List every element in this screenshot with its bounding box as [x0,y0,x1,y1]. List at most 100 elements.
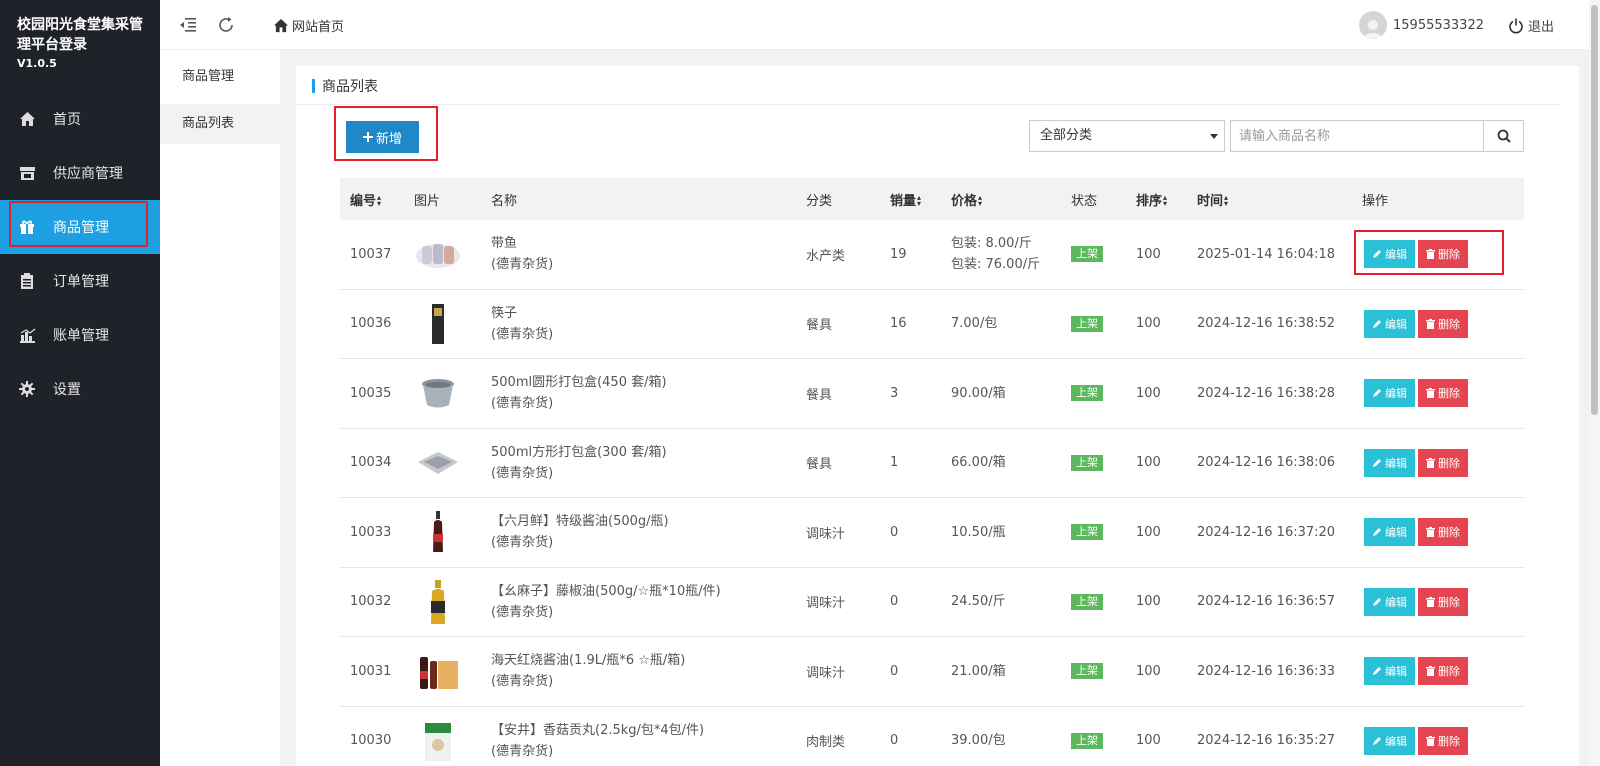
search-input[interactable] [1230,120,1484,152]
cell-sort: 100 [1136,246,1161,262]
cell-time: 2025-01-14 16:04:18 [1197,246,1336,262]
cell-time: 2024-12-16 16:38:06 [1197,455,1336,471]
delete-button[interactable]: 删除 [1418,518,1468,547]
header-category: 分类 [806,193,833,209]
supplier-name: (德青杂货) [491,396,554,412]
status-badge: 上架 [1071,315,1103,332]
actions-highlight [1354,230,1504,275]
product-thumbnail[interactable] [414,508,462,556]
category-select-value: 全部分类 [1040,128,1093,143]
header-id[interactable]: 编号▴ ▾ [340,190,404,209]
price-line: 39.00/包 [951,733,1006,749]
header-price[interactable]: 价格▴ ▾ [941,190,1061,209]
gear-icon [18,380,36,398]
sidebar-item-orders[interactable]: 订单管理 [0,254,160,308]
product-thumbnail[interactable] [414,439,462,487]
cell-id: 10032 [350,594,392,610]
cell-category: 调味汁 [806,596,846,612]
sidebar-item-label: 商品管理 [53,220,109,236]
status-badge: 上架 [1071,593,1103,610]
table-row: 10035 500ml圆形打包盒(450 套/箱) (德青杂货) 餐具 3 90.00/箱… [340,359,1524,429]
cell-image [404,578,481,626]
user-menu[interactable]: 15955533322 [1359,11,1484,39]
product-thumbnail[interactable] [414,647,462,695]
status-badge: 上架 [1071,454,1103,471]
product-thumbnail[interactable] [414,230,462,278]
edit-button[interactable]: 编辑 [1364,448,1415,477]
edit-button[interactable]: 编辑 [1364,379,1415,408]
price-line: 包装: 8.00/斤 [951,236,1032,252]
edit-button[interactable]: 编辑 [1364,657,1415,686]
status-badge: 上架 [1071,246,1103,263]
edit-label: 编辑 [1385,456,1407,470]
cell-time: 2024-12-16 16:35:27 [1197,733,1336,749]
edit-button[interactable]: 编辑 [1364,518,1415,547]
sidebar-item-label: 订单管理 [53,274,109,290]
sort-icon: ▴ ▾ [917,193,922,208]
table-row: 10032 【幺麻子】藤椒油(500g/☆瓶*10瓶/件) (德青杂货) 调味汁 0 24… [340,568,1524,637]
product-thumbnail[interactable] [414,300,462,348]
home-link-label: 网站首页 [292,20,345,35]
search-button[interactable] [1483,120,1524,152]
cell-name: 【安井】香菇贡丸(2.5kg/包*4包/件) (德青杂货) [481,720,796,762]
cell-category: 调味汁 [806,665,846,681]
cell-category: 餐具 [806,387,833,403]
cell-name: 【六月鲜】特级酱油(500g/瓶) (德青杂货) [481,511,796,553]
cell-status: 上架 [1061,663,1126,680]
subnav-item-product-list[interactable]: 商品列表 [160,104,280,144]
edit-button[interactable]: 编辑 [1364,726,1415,755]
supplier-name: (德青杂货) [491,535,554,551]
delete-button[interactable]: 删除 [1418,726,1468,755]
header-label: 时间 [1197,193,1224,209]
scrollbar[interactable] [1589,0,1600,766]
edit-button[interactable]: 编辑 [1364,587,1415,616]
refresh-icon[interactable] [216,15,236,35]
add-button-label: 新增 [375,131,402,147]
cell-sort: 100 [1136,594,1161,610]
delete-label: 删除 [1438,595,1460,609]
sidebar-item-home[interactable]: 首页 [0,92,160,146]
header-time[interactable]: 时间▴ ▾ [1187,190,1352,209]
menu-toggle-icon[interactable] [178,15,198,35]
cell-name: 海天红烧酱油(1.9L/瓶*6 ☆瓶/箱) (德青杂货) [481,650,796,692]
delete-button[interactable]: 删除 [1418,309,1468,338]
cell-time: 2024-12-16 16:36:33 [1197,663,1336,679]
delete-button[interactable]: 删除 [1418,587,1468,616]
trash-icon [1426,318,1435,329]
header-sort[interactable]: 排序▴ ▾ [1126,190,1187,209]
header-sales[interactable]: 销量▴ ▾ [880,190,941,209]
website-home-link[interactable]: 网站首页 [273,16,344,35]
product-thumbnail[interactable] [414,578,462,626]
cell-category: 餐具 [806,318,833,334]
product-thumbnail[interactable] [414,369,462,417]
cell-status: 上架 [1061,315,1126,332]
delete-button[interactable]: 删除 [1418,448,1468,477]
secondary-nav: 商品管理 商品列表 [160,50,280,766]
cell-image [404,508,481,556]
edit-button[interactable]: 编辑 [1364,309,1415,338]
cell-image [404,369,481,417]
cell-actions: 编辑 删除 [1352,448,1520,477]
delete-button[interactable]: 删除 [1418,379,1468,408]
cell-actions: 编辑 删除 [1352,379,1520,408]
delete-button[interactable]: 删除 [1418,657,1468,686]
cell-time: 2024-12-16 16:38:28 [1197,385,1336,401]
scrollbar-thumb[interactable] [1591,5,1598,415]
product-thumbnail[interactable] [414,717,462,765]
header-label: 价格 [951,193,978,209]
supplier-name: (德青杂货) [491,674,554,690]
sidebar-item-suppliers[interactable]: 供应商管理 [0,146,160,200]
sidebar-item-label: 首页 [53,112,81,128]
cell-name: 筷子 (德青杂货) [481,303,796,345]
cell-sales: 16 [890,316,907,332]
trash-icon [1426,527,1435,538]
add-button[interactable]: 新增 [346,121,419,153]
category-select[interactable]: 全部分类 [1029,120,1225,152]
logout-button[interactable]: 退出 [1508,16,1554,35]
cell-id: 10033 [350,524,392,540]
sidebar-item-products[interactable]: 商品管理 [0,200,160,254]
sidebar-item-bills[interactable]: 账单管理 [0,308,160,362]
edit-label: 编辑 [1385,665,1407,679]
sidebar-item-settings[interactable]: 设置 [0,362,160,416]
divider [296,104,1560,105]
